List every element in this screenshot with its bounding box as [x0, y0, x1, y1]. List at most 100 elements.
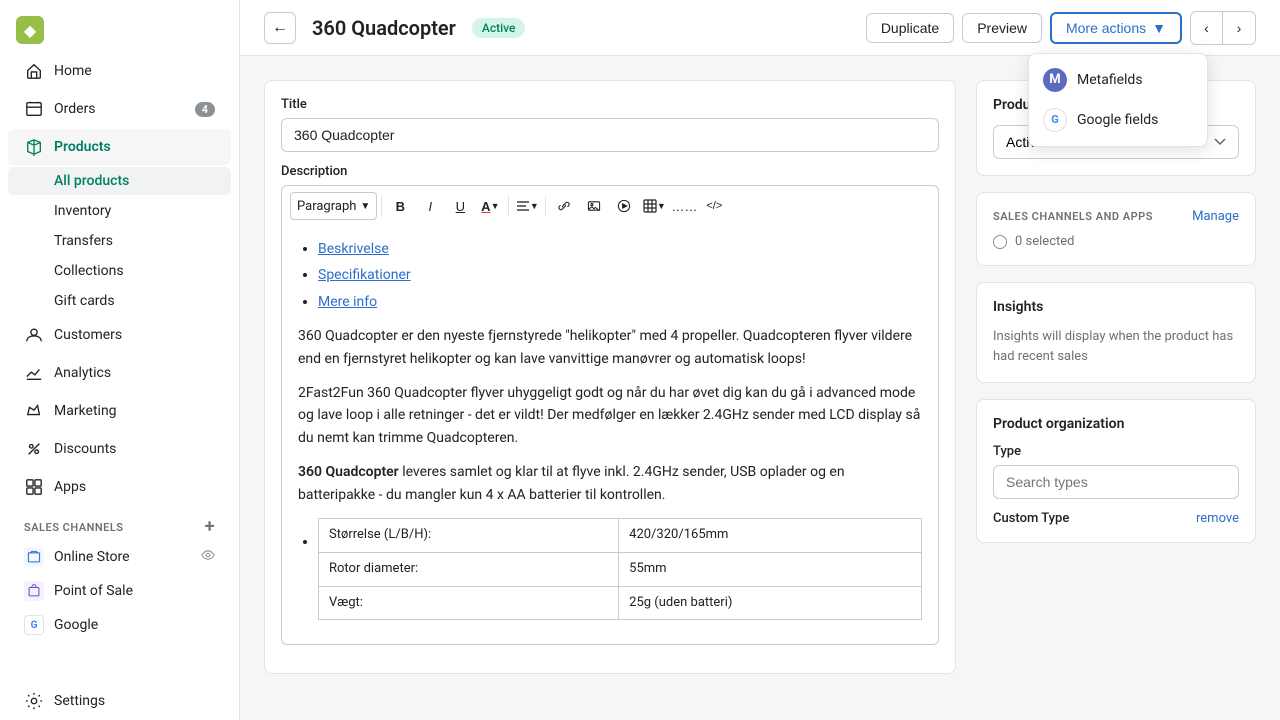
sidebar-item-collections[interactable]: Collections	[8, 257, 231, 285]
sidebar-item-apps[interactable]: Apps	[8, 469, 231, 505]
orders-label: Orders	[54, 101, 96, 117]
orders-badge: 4	[195, 102, 215, 117]
type-input[interactable]	[993, 465, 1239, 499]
topbar: ← 360 Quadcopter Active Duplicate Previe…	[240, 0, 1280, 56]
paragraph-chevron-icon: ▼	[360, 201, 370, 212]
google-fields-icon: G	[1043, 108, 1067, 132]
video-button[interactable]	[610, 192, 638, 220]
manage-link[interactable]: Manage	[1192, 209, 1239, 224]
custom-type-field: Custom Type remove	[993, 511, 1239, 526]
toolbar-divider-3	[545, 196, 546, 216]
specifikationer-link[interactable]: Specifikationer	[318, 267, 411, 283]
insights-title: Insights	[993, 299, 1239, 315]
sidebar-item-transfers[interactable]: Transfers	[8, 227, 231, 255]
specs-table: Størrelse (L/B/H): 420/320/165mm Rotor d…	[318, 518, 922, 620]
insights-description: Insights will display when the product h…	[993, 327, 1239, 366]
sidebar-item-analytics[interactable]: Analytics	[8, 355, 231, 391]
next-product-button[interactable]: ›	[1223, 12, 1255, 44]
metafields-icon: M	[1043, 68, 1067, 92]
spec-value-weight: 25g (uden batteri)	[619, 586, 922, 620]
link-button[interactable]	[550, 192, 578, 220]
title-input[interactable]	[281, 118, 939, 152]
sidebar-item-gift-cards[interactable]: Gift cards	[8, 287, 231, 315]
selected-count: 0 selected	[993, 234, 1239, 249]
main-content: ← 360 Quadcopter Active Duplicate Previe…	[240, 0, 1280, 720]
sidebar-item-settings[interactable]: Settings	[8, 683, 231, 719]
table-button[interactable]: ▼	[640, 192, 668, 220]
table-row: Rotor diameter: 55mm	[319, 552, 922, 586]
customers-icon	[24, 325, 44, 345]
preview-button[interactable]: Preview	[962, 13, 1042, 43]
orders-icon	[24, 99, 44, 119]
editor-links-list: Beskrivelse Specifikationer Mere info	[298, 238, 922, 313]
paragraph-label: Paragraph	[297, 199, 356, 214]
sidebar-item-inventory[interactable]: Inventory	[8, 197, 231, 225]
toolbar-divider-1	[381, 196, 382, 216]
sidebar-item-products[interactable]: Products	[8, 129, 231, 165]
paragraph-select[interactable]: Paragraph ▼	[290, 192, 377, 220]
discounts-icon	[24, 439, 44, 459]
toolbar-divider-2	[508, 196, 509, 216]
prev-product-button[interactable]: ‹	[1191, 12, 1223, 44]
align-button[interactable]: ▼	[513, 192, 541, 220]
sidebar-item-online-store[interactable]: Online Store	[8, 541, 231, 573]
title-label: Title	[281, 97, 939, 112]
sidebar-item-home[interactable]: Home	[8, 53, 231, 89]
more-formats-button[interactable]: ……	[670, 192, 698, 220]
editor-body[interactable]: Beskrivelse Specifikationer Mere info 36…	[281, 226, 939, 645]
mere-info-link[interactable]: Mere info	[318, 294, 377, 310]
more-actions-button[interactable]: More actions ▼	[1050, 12, 1182, 44]
sidebar-item-marketing[interactable]: Marketing	[8, 393, 231, 429]
sidebar-item-point-of-sale[interactable]: Point of Sale	[8, 575, 231, 607]
sidebar-item-google[interactable]: G Google	[8, 609, 231, 641]
point-of-sale-label: Point of Sale	[54, 583, 133, 599]
selected-label: 0 selected	[1015, 234, 1074, 249]
sidebar-item-orders[interactable]: Orders 4	[8, 91, 231, 127]
italic-button[interactable]: I	[416, 192, 444, 220]
sales-channels-card: SALES CHANNELS AND APPS Manage 0 selecte…	[976, 192, 1256, 266]
discounts-label: Discounts	[54, 441, 116, 457]
products-icon	[24, 137, 44, 157]
settings-label: Settings	[54, 693, 105, 709]
image-button[interactable]	[580, 192, 608, 220]
settings-icon	[24, 691, 44, 711]
page-title: 360 Quadcopter	[312, 16, 456, 40]
inventory-label: Inventory	[54, 203, 111, 219]
title-field-group: Title	[281, 97, 939, 152]
bold-button[interactable]: B	[386, 192, 414, 220]
table-row: Vægt: 25g (uden batteri)	[319, 586, 922, 620]
table-row: Størrelse (L/B/H): 420/320/165mm	[319, 518, 922, 552]
dropdown-google-fields[interactable]: G Google fields	[1029, 100, 1207, 140]
marketing-label: Marketing	[54, 403, 117, 419]
beskrivelse-link[interactable]: Beskrivelse	[318, 241, 389, 257]
dropdown-metafields[interactable]: M Metafields	[1029, 60, 1207, 100]
analytics-icon	[24, 363, 44, 383]
google-channel-icon: G	[24, 615, 44, 635]
online-store-label: Online Store	[54, 549, 130, 565]
apps-label: Apps	[54, 479, 86, 495]
sales-channels-title: SALES CHANNELS AND APPS	[993, 210, 1153, 223]
point-of-sale-icon	[24, 581, 44, 601]
duplicate-button[interactable]: Duplicate	[866, 13, 954, 43]
left-column: Title Description Paragraph ▼ B I U	[264, 80, 956, 696]
sidebar-item-all-products[interactable]: All products	[8, 167, 231, 195]
sidebar-item-discounts[interactable]: Discounts	[8, 431, 231, 467]
font-color-button[interactable]: A▼	[476, 192, 504, 220]
radio-icon	[993, 235, 1007, 249]
add-sales-channel-button[interactable]: +	[205, 518, 215, 536]
underline-button[interactable]: U	[446, 192, 474, 220]
editor-para-3: 360 Quadcopter leveres samlet og klar ti…	[298, 461, 922, 506]
sidebar-item-customers[interactable]: Customers	[8, 317, 231, 353]
editor-para-1: 360 Quadcopter er den nyeste fjernstyred…	[298, 325, 922, 370]
code-button[interactable]: </>	[700, 192, 728, 220]
eye-icon[interactable]	[201, 548, 215, 566]
home-label: Home	[54, 63, 92, 79]
spec-value-rotor: 55mm	[619, 552, 922, 586]
spec-value-size: 420/320/165mm	[619, 518, 922, 552]
chevron-down-icon: ▼	[1152, 20, 1166, 36]
home-icon	[24, 61, 44, 81]
spec-label-rotor: Rotor diameter:	[319, 552, 619, 586]
back-button[interactable]: ←	[264, 12, 296, 44]
remove-link[interactable]: remove	[1196, 511, 1239, 526]
custom-type-label: Custom Type	[993, 511, 1069, 526]
